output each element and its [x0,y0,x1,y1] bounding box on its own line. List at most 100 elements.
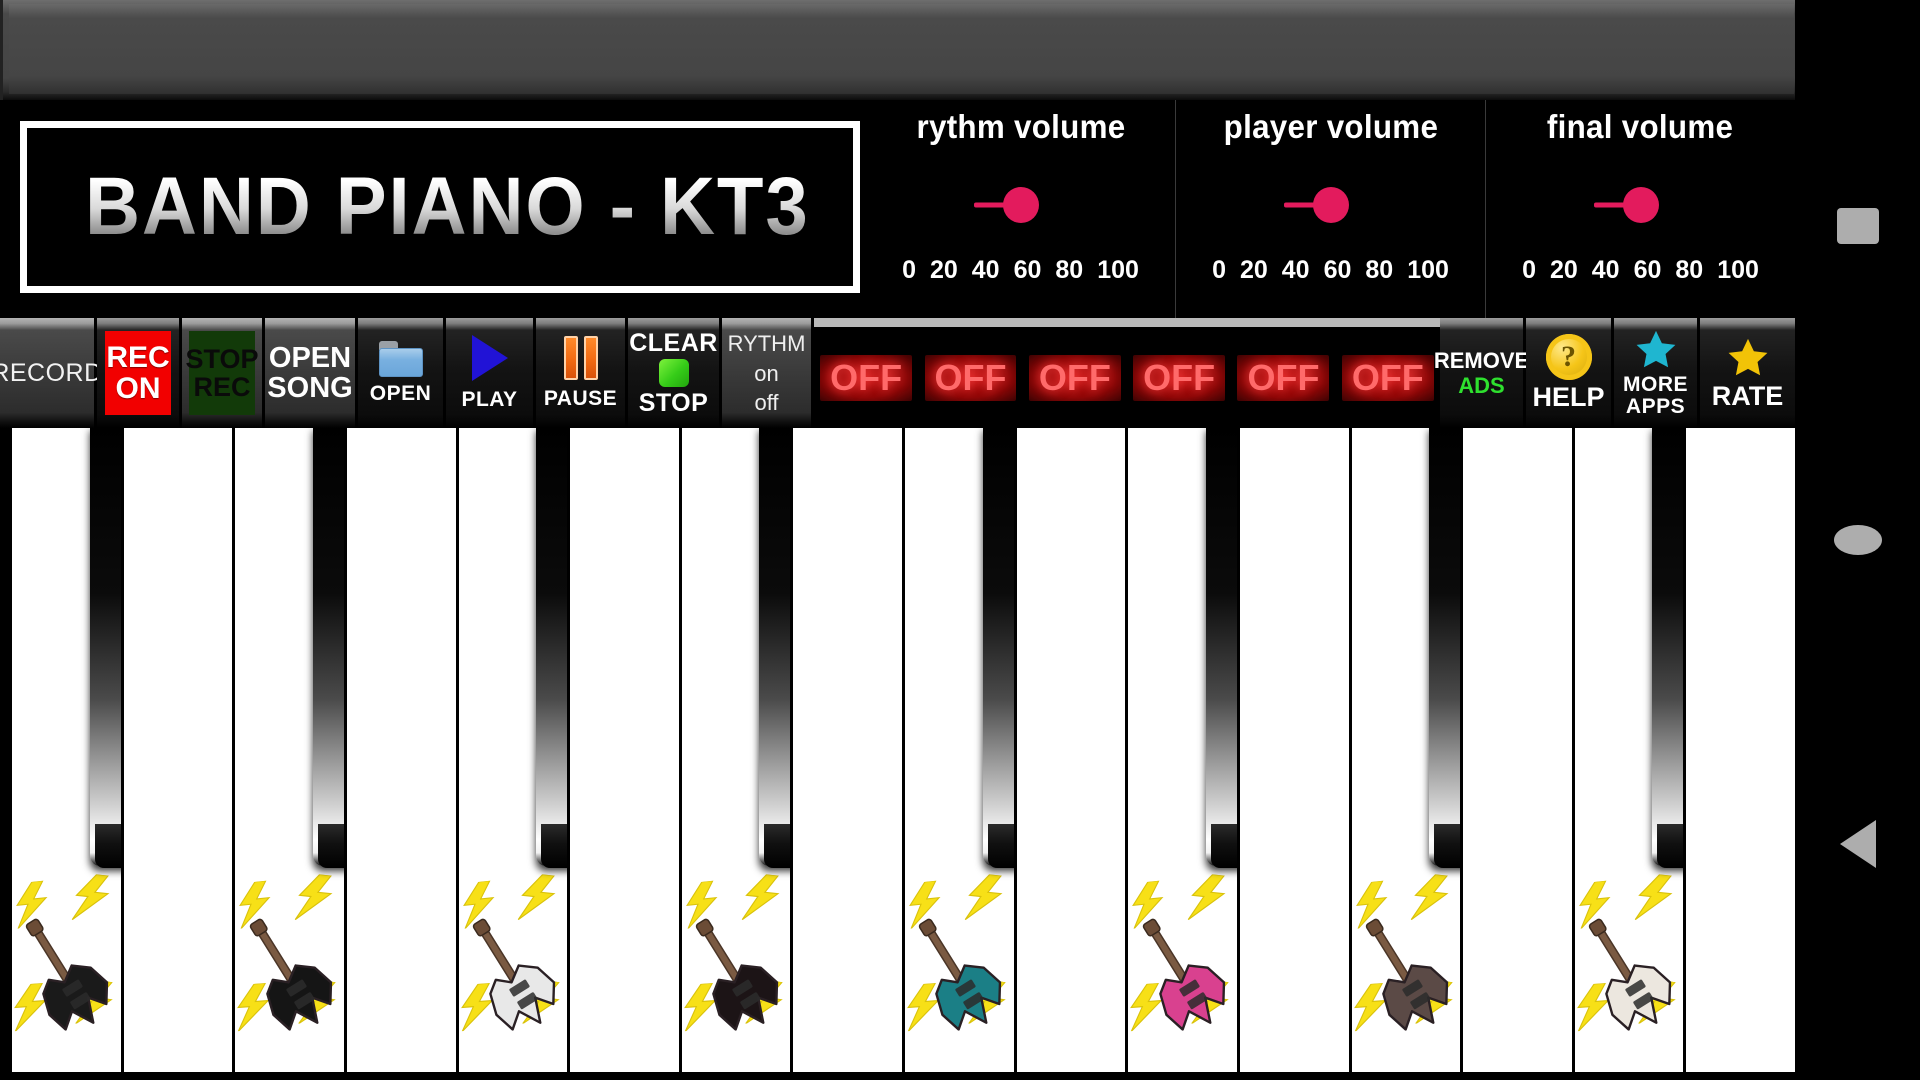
black-key-8[interactable] [1652,428,1684,868]
black-key-2[interactable] [312,428,344,868]
final-volume-ticks: 0 20 40 60 80 100 [1515,256,1766,285]
rythm-volume-label: rythm volume [916,108,1125,145]
white-key-5[interactable] [458,428,571,1072]
guitar-decoration [1128,873,1237,1064]
back-button[interactable] [1839,820,1876,868]
white-keys [12,428,1795,1080]
remove-label: REMOVE [1433,347,1530,373]
play-icon [471,334,508,381]
player-volume-slider[interactable] [1176,176,1485,234]
tick-20: 20 [929,256,958,284]
play-button[interactable]: PLAY [446,318,536,428]
pause-button[interactable]: PAUSE [536,318,628,428]
rec-on-button[interactable]: REC ON [97,318,182,428]
cream-guitar-icon [1575,874,1684,1064]
rythm-volume-panel: rythm volume 0 20 40 60 80 100 [866,100,1175,318]
remove-ads-button[interactable]: REMOVE ADS [1434,318,1529,428]
tick-20: 20 [1239,256,1268,284]
open-song-button[interactable]: OPEN SONG [265,318,358,428]
tick-0: 0 [1522,256,1536,284]
slider-knob[interactable] [1312,187,1349,223]
black-key-3[interactable] [536,428,568,868]
tick-100: 100 [1717,256,1759,284]
piano-keyboard [0,428,1795,1080]
white-key-14[interactable] [1463,428,1575,1072]
stop-rec-line2: REC [193,372,251,402]
tick-60: 60 [1013,256,1042,284]
recents-button[interactable] [1836,208,1879,244]
white-key-12[interactable] [1239,428,1352,1072]
home-button[interactable] [1833,525,1882,555]
rythm-volume-ticks: 0 20 40 60 80 100 [895,256,1146,285]
white-key-4[interactable] [346,428,459,1072]
title-panel: BAND PIANO - KT3 [8,108,870,304]
track-toggle-4[interactable]: OFF [1133,354,1226,401]
brown-explorer-guitar-icon [1352,874,1461,1064]
green-square-icon [658,359,689,387]
track-toggles: OFF OFF OFF OFF OFF OFF [814,318,1440,428]
white-key-1[interactable] [12,428,124,1072]
black-key-1[interactable] [89,428,121,868]
page-title: BAND PIANO - KT3 [85,161,810,252]
clear-stop-button[interactable]: CLEAR STOP [628,318,722,428]
guitar-decoration [682,873,791,1064]
rythm-toggle-button[interactable]: RYTHM on off [722,318,814,428]
track-toggle-5[interactable]: OFF [1237,354,1330,401]
black-key-7[interactable] [1429,428,1461,868]
player-volume-panel: player volume 0 20 40 60 80 100 [1175,100,1486,318]
more-apps-button[interactable]: MORE APPS [1614,318,1700,428]
tick-60: 60 [1633,256,1662,284]
white-key-16[interactable] [1686,428,1795,1072]
black-key-6[interactable] [1205,428,1237,868]
record-label: RECORD [0,358,103,387]
tick-80: 80 [1365,256,1394,284]
help-label: HELP [1532,382,1605,413]
open-label: OPEN [369,381,432,405]
white-key-11[interactable] [1128,428,1240,1072]
rate-button[interactable]: RATE [1700,318,1795,428]
android-navigation-bar [1795,0,1920,1080]
track-toggle-2[interactable]: OFF [924,354,1017,401]
track-toggle-1[interactable]: OFF [820,354,913,401]
more-label: MORE [1623,372,1688,396]
stop-rec-button[interactable]: STOP REC [182,318,265,428]
white-key-2[interactable] [123,428,236,1072]
pink-guitar-icon [1128,874,1237,1064]
guitar-decoration [12,873,121,1064]
clear-label: CLEAR [629,328,718,357]
rate-label: RATE [1711,380,1784,411]
tick-100: 100 [1407,256,1449,284]
white-key-3[interactable] [235,428,347,1072]
black-key-4[interactable] [759,428,791,868]
help-button[interactable]: ? HELP [1526,318,1614,428]
final-volume-slider[interactable] [1486,176,1795,234]
rythm-on-label: on [754,361,779,387]
white-key-15[interactable] [1574,428,1687,1072]
tick-20: 20 [1549,256,1578,284]
pause-label: PAUSE [543,386,618,410]
ads-label: ADS [1458,373,1505,398]
slider-knob[interactable] [1002,187,1039,223]
white-key-10[interactable] [1016,428,1129,1072]
guitar-decoration [459,873,568,1064]
slider-knob[interactable] [1622,187,1659,223]
track-toggle-3[interactable]: OFF [1028,354,1121,401]
open-song-line1: OPEN [268,341,352,374]
white-key-6[interactable] [570,428,682,1072]
toolbar: RECORD REC ON STOP REC OPEN SONG OPEN PL… [0,318,1795,428]
white-key-7[interactable] [681,428,794,1072]
ad-banner[interactable] [0,0,1798,100]
rythm-volume-slider[interactable] [866,176,1175,234]
final-volume-label: final volume [1547,108,1734,145]
player-volume-ticks: 0 20 40 60 80 100 [1205,256,1456,285]
open-button[interactable]: OPEN [358,318,446,428]
white-key-13[interactable] [1351,428,1464,1072]
white-key-9[interactable] [905,428,1017,1072]
black-red-trim-guitar-icon [682,874,791,1064]
stop-rec-chip: STOP REC [185,331,259,415]
track-toggle-6[interactable]: OFF [1341,354,1434,401]
guitar-decoration [1575,873,1684,1064]
black-key-5[interactable] [982,428,1014,868]
white-key-8[interactable] [793,428,905,1072]
player-volume-label: player volume [1223,108,1438,145]
